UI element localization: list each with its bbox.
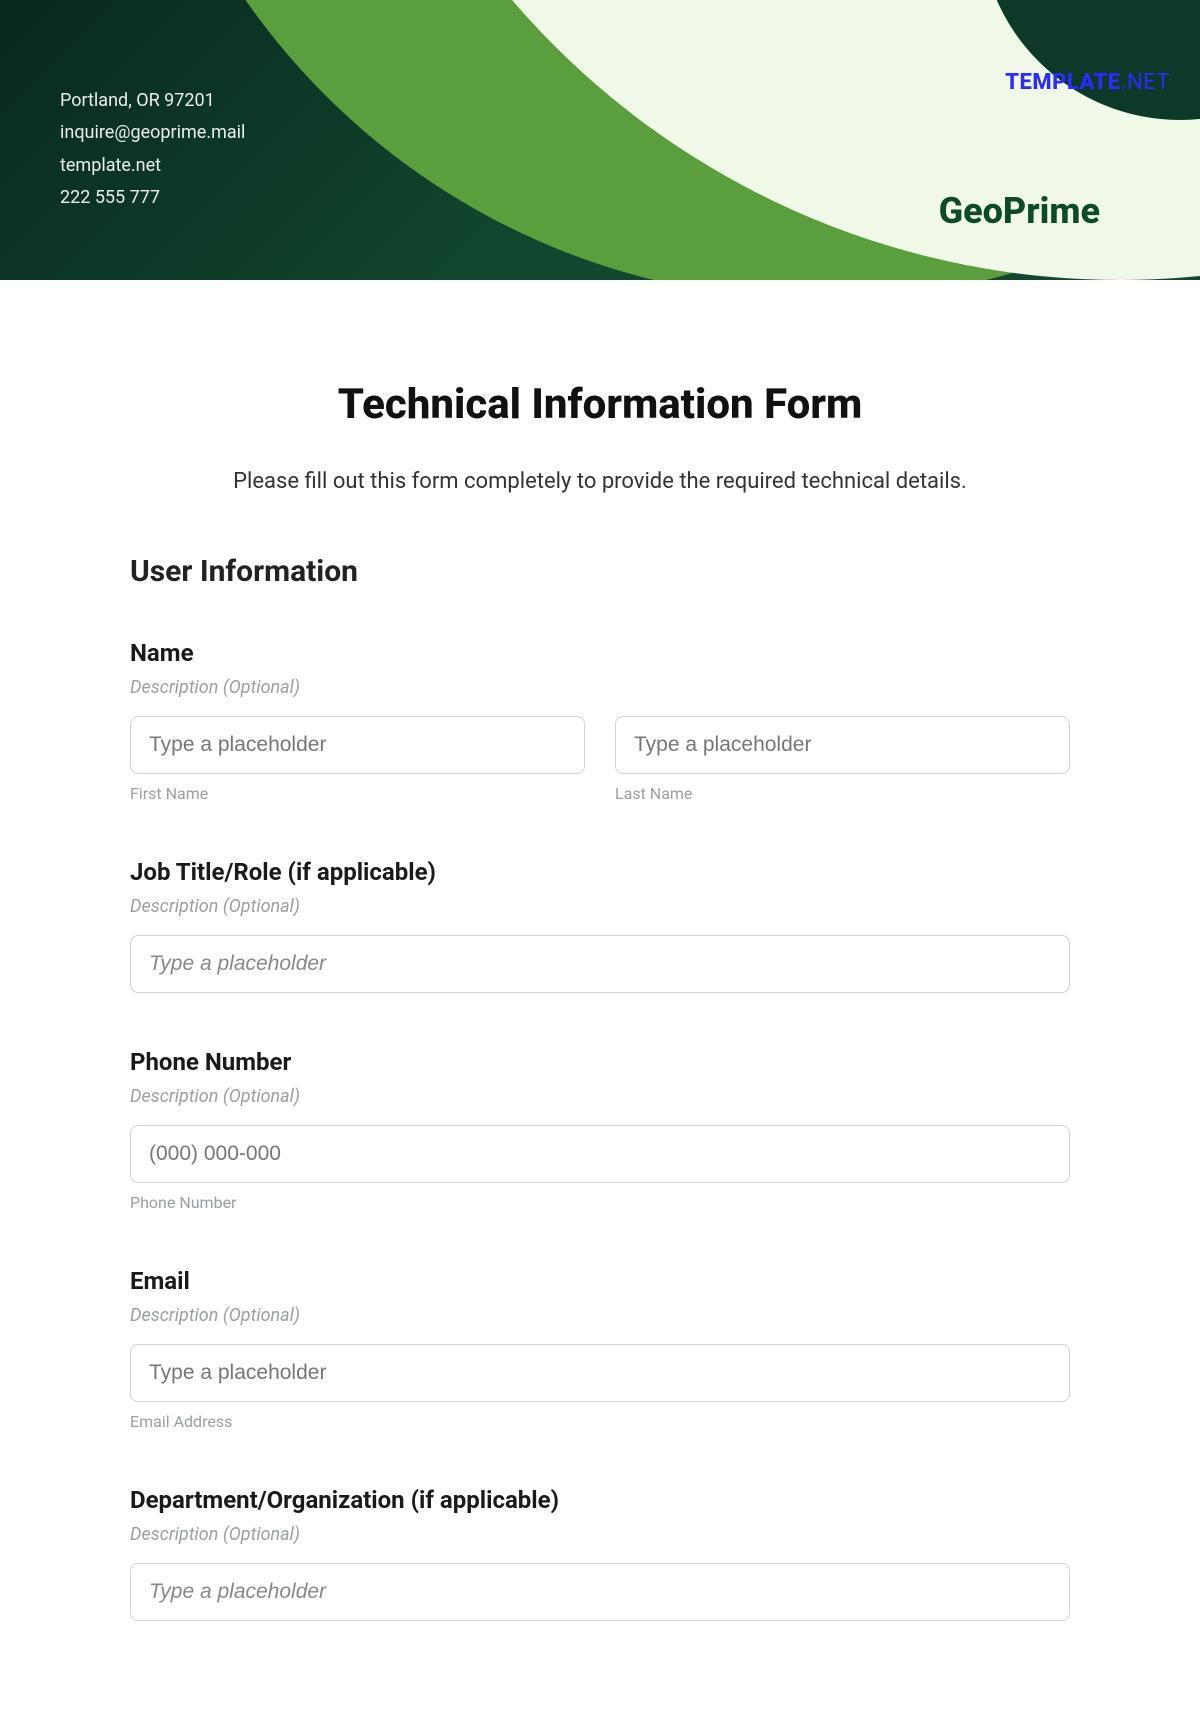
header-banner: Portland, OR 97201 inquire@geoprime.mail… [0,0,1200,280]
contact-email: inquire@geoprime.mail [60,117,245,149]
sublabel-email: Email Address [130,1412,1070,1431]
watermark-thin: .NET [1121,70,1170,95]
label-email: Email [130,1267,1070,1295]
field-department: Department/Organization (if applicable) … [130,1486,1070,1621]
label-department: Department/Organization (if applicable) [130,1486,1070,1514]
contact-phone: 222 555 777 [60,182,245,214]
section-user-info: User Information [130,554,1070,589]
form-subtitle: Please fill out this form completely to … [130,469,1070,494]
desc-department: Description (Optional) [130,1524,1070,1545]
email-input[interactable] [130,1344,1070,1402]
department-input[interactable] [130,1563,1070,1621]
contact-site: template.net [60,150,245,182]
job-title-input[interactable] [130,935,1070,993]
field-email: Email Description (Optional) Email Addre… [130,1267,1070,1431]
label-job-title: Job Title/Role (if applicable) [130,858,1070,886]
sublabel-phone: Phone Number [130,1193,1070,1212]
desc-email: Description (Optional) [130,1305,1070,1326]
first-name-input[interactable] [130,716,585,774]
last-name-input[interactable] [615,716,1070,774]
sublabel-last-name: Last Name [615,784,1070,803]
field-name: Name Description (Optional) First Name L… [130,639,1070,803]
brand-logo-text: GeoPrime [939,190,1100,232]
field-phone: Phone Number Description (Optional) Phon… [130,1048,1070,1212]
label-phone: Phone Number [130,1048,1070,1076]
desc-name: Description (Optional) [130,677,1070,698]
contact-address: Portland, OR 97201 [60,85,245,117]
phone-input[interactable] [130,1125,1070,1183]
contact-block: Portland, OR 97201 inquire@geoprime.mail… [60,85,245,215]
field-job-title: Job Title/Role (if applicable) Descripti… [130,858,1070,993]
form-content: Technical Information Form Please fill o… [0,280,1200,1736]
desc-phone: Description (Optional) [130,1086,1070,1107]
watermark: TEMPLATE.NET [1005,70,1170,95]
sublabel-first-name: First Name [130,784,585,803]
watermark-bold: TEMPLATE [1005,70,1120,95]
label-name: Name [130,639,1070,667]
form-title: Technical Information Form [130,380,1070,429]
desc-job-title: Description (Optional) [130,896,1070,917]
